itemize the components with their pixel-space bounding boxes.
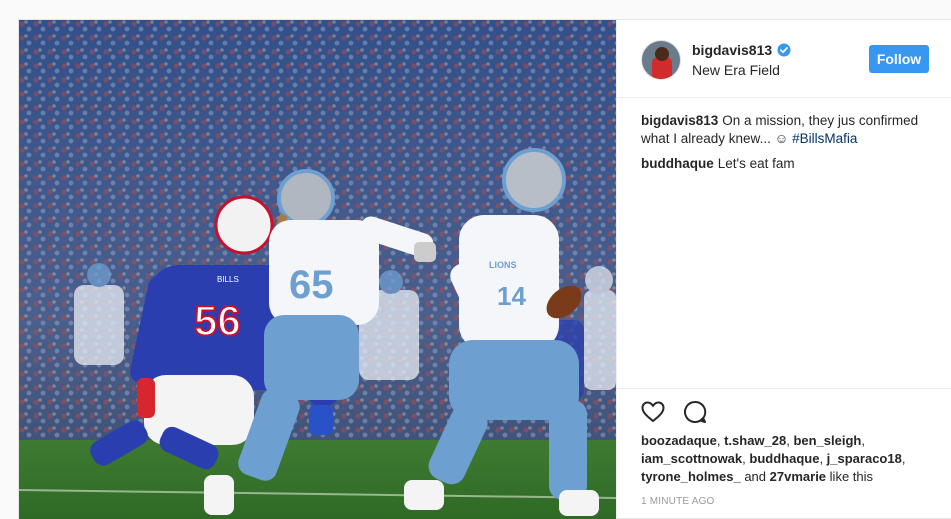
caption-username[interactable]: bigdavis813 bbox=[641, 113, 718, 128]
likes-list: boozadaque, t.shaw_28, ben_sleigh, iam_s… bbox=[641, 433, 906, 484]
liker-link[interactable]: buddhaque bbox=[749, 451, 819, 466]
jersey-number-56: 56 bbox=[194, 297, 241, 344]
jersey-number-14: 14 bbox=[497, 281, 526, 311]
likes-and-text: and bbox=[744, 469, 767, 484]
comment-item: buddhaque Let's eat fam bbox=[641, 155, 931, 173]
comment-username[interactable]: buddhaque bbox=[641, 156, 714, 171]
post-header: bigdavis813 New Era Field Follow bbox=[617, 20, 951, 98]
comments-list: bigdavis813 On a mission, they jus confir… bbox=[641, 112, 931, 180]
football-action-photo: 56 BILLS 65 LIONS 14 bbox=[19, 20, 616, 519]
comment-text: Let's eat fam bbox=[717, 156, 795, 171]
verified-badge-icon bbox=[777, 43, 791, 57]
heart-icon[interactable] bbox=[640, 399, 666, 425]
liker-link[interactable]: ben_sleigh bbox=[793, 433, 861, 448]
bills-wordmark: BILLS bbox=[217, 275, 239, 284]
lions-wordmark: LIONS bbox=[489, 260, 517, 270]
liker-link[interactable]: iam_scottnowak bbox=[641, 451, 742, 466]
location-link[interactable]: New Era Field bbox=[692, 62, 780, 78]
post-sidebar: bigdavis813 New Era Field Follow bigdavi… bbox=[616, 20, 951, 519]
hashtag-link[interactable]: #BillsMafia bbox=[792, 131, 857, 146]
instagram-post: 56 BILLS 65 LIONS 14 bigdavis813 New Era… bbox=[18, 19, 951, 519]
likes-suffix: like this bbox=[829, 469, 874, 484]
username-link[interactable]: bigdavis813 bbox=[692, 42, 772, 58]
liker-link[interactable]: boozadaque bbox=[641, 433, 717, 448]
post-timestamp[interactable]: 1 MINUTE AGO bbox=[641, 496, 715, 507]
follow-button[interactable]: Follow bbox=[869, 45, 929, 73]
username-row: bigdavis813 bbox=[692, 42, 791, 58]
liker-link[interactable]: j_sparaco18 bbox=[827, 451, 902, 466]
post-photo[interactable]: 56 BILLS 65 LIONS 14 bbox=[19, 20, 616, 519]
avatar[interactable] bbox=[641, 40, 681, 80]
jersey-number-65: 65 bbox=[289, 263, 334, 307]
caption: bigdavis813 On a mission, they jus confir… bbox=[641, 112, 931, 148]
post-actions: boozadaque, t.shaw_28, ben_sleigh, iam_s… bbox=[617, 388, 951, 519]
comment-icon[interactable] bbox=[682, 399, 708, 425]
liker-link[interactable]: 27vmarie bbox=[770, 469, 826, 484]
liker-link[interactable]: t.shaw_28 bbox=[724, 433, 786, 448]
action-icons bbox=[640, 399, 708, 425]
liker-link[interactable]: tyrone_holmes_ bbox=[641, 469, 741, 484]
